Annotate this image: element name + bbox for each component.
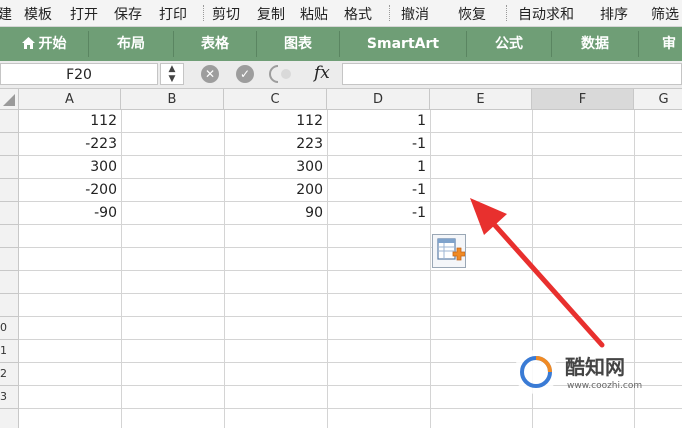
watermark-logo-icon bbox=[514, 350, 558, 394]
watermark-url: www.coozhi.com bbox=[567, 381, 643, 391]
watermark: 酷知网 www.coozhi.com bbox=[509, 345, 659, 401]
watermark-text: 酷知网 bbox=[565, 355, 625, 379]
